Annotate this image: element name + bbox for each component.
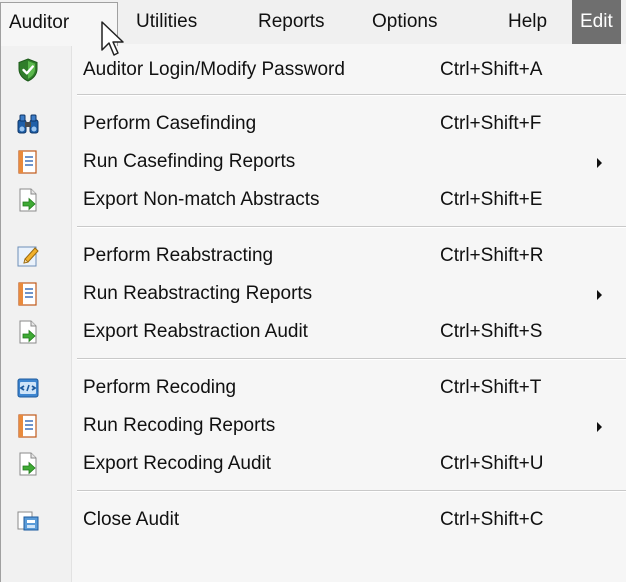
menu-separator bbox=[77, 490, 626, 492]
menu-item-shortcut: Ctrl+Shift+F bbox=[440, 113, 542, 134]
menu-help[interactable]: Help bbox=[508, 0, 547, 44]
menu-item-perform-recoding[interactable]: Perform Recoding Ctrl+Shift+T bbox=[1, 368, 626, 408]
export-arrow-icon bbox=[19, 320, 37, 344]
menu-item-close-audit[interactable]: Close Audit Ctrl+Shift+C bbox=[1, 500, 626, 540]
submenu-arrow-icon bbox=[597, 290, 602, 300]
menu-item-shortcut: Ctrl+Shift+T bbox=[440, 377, 542, 398]
menu-item-auditor-login[interactable]: Auditor Login/Modify Password Ctrl+Shift… bbox=[1, 50, 626, 90]
menu-item-shortcut: Ctrl+Shift+A bbox=[440, 59, 543, 80]
menu-item-run-casefinding-reports[interactable]: Run Casefinding Reports bbox=[1, 142, 626, 182]
menu-separator bbox=[77, 358, 626, 360]
submenu-arrow-icon bbox=[597, 422, 602, 432]
menu-item-export-reabstraction-audit[interactable]: Export Reabstraction Audit Ctrl+Shift+S bbox=[1, 312, 626, 352]
menu-item-label: Export Recoding Audit bbox=[83, 453, 272, 474]
menu-item-label: Perform Reabstracting bbox=[83, 245, 274, 266]
menu-item-run-reabstracting-reports[interactable]: Run Reabstracting Reports bbox=[1, 274, 626, 314]
pencil-icon bbox=[17, 246, 39, 267]
menu-item-label: Perform Recoding bbox=[83, 377, 237, 398]
mouse-cursor-icon bbox=[101, 21, 124, 56]
menu-item-shortcut: Ctrl+Shift+S bbox=[440, 321, 543, 342]
report-icon bbox=[18, 282, 37, 306]
recode-icon bbox=[17, 378, 39, 398]
close-audit-icon bbox=[17, 511, 39, 531]
menu-edit[interactable]: Edit bbox=[572, 0, 621, 44]
menu-item-shortcut: Ctrl+Shift+E bbox=[440, 189, 543, 210]
menu-item-label: Export Non-match Abstracts bbox=[83, 189, 320, 210]
binoculars-icon bbox=[17, 114, 39, 134]
auditor-dropdown-menu: Auditor Login/Modify Password Ctrl+Shift… bbox=[0, 44, 626, 582]
menu-item-label: Run Reabstracting Reports bbox=[83, 283, 313, 304]
menu-item-perform-reabstracting[interactable]: Perform Reabstracting Ctrl+Shift+R bbox=[1, 236, 626, 276]
report-icon bbox=[18, 150, 37, 174]
menu-item-export-recoding-audit[interactable]: Export Recoding Audit Ctrl+Shift+U bbox=[1, 444, 626, 484]
menu-reports[interactable]: Reports bbox=[258, 0, 325, 44]
menu-item-label: Run Casefinding Reports bbox=[83, 151, 296, 172]
menu-separator bbox=[77, 94, 626, 96]
shield-check-icon bbox=[18, 58, 38, 82]
report-icon bbox=[18, 414, 37, 438]
menu-options[interactable]: Options bbox=[372, 0, 437, 44]
menu-separator bbox=[77, 226, 626, 228]
menu-item-shortcut: Ctrl+Shift+C bbox=[440, 509, 544, 530]
menu-utilities[interactable]: Utilities bbox=[136, 0, 197, 44]
menu-item-label: Close Audit bbox=[83, 509, 180, 530]
submenu-arrow-icon bbox=[597, 158, 602, 168]
menu-item-label: Export Reabstraction Audit bbox=[83, 321, 308, 342]
menu-item-label: Perform Casefinding bbox=[83, 113, 257, 134]
menu-item-shortcut: Ctrl+Shift+R bbox=[440, 245, 544, 266]
menu-bar: Auditor Utilities Reports Options Help E… bbox=[0, 0, 626, 46]
export-arrow-icon bbox=[19, 452, 37, 476]
menu-item-export-non-match-abstracts[interactable]: Export Non-match Abstracts Ctrl+Shift+E bbox=[1, 180, 626, 220]
export-arrow-icon bbox=[19, 188, 37, 212]
menu-item-run-recoding-reports[interactable]: Run Recoding Reports bbox=[1, 406, 626, 446]
menu-item-shortcut: Ctrl+Shift+U bbox=[440, 453, 544, 474]
menu-item-label: Run Recoding Reports bbox=[83, 415, 276, 436]
menu-item-perform-casefinding[interactable]: Perform Casefinding Ctrl+Shift+F bbox=[1, 104, 626, 144]
